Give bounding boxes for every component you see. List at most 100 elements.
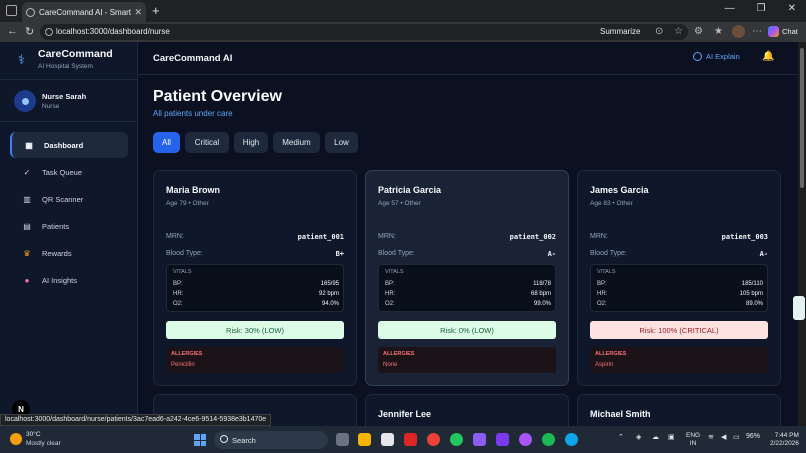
hr-row: HR: 68 bpm	[385, 291, 551, 297]
patient-name: Jennifer Lee	[378, 409, 432, 419]
sidebar-item-ai-insights[interactable]: ● AI Insights	[10, 267, 128, 293]
start-icon[interactable]	[194, 434, 206, 446]
back-icon[interactable]: ←	[7, 25, 18, 37]
read-aloud-icon[interactable]: ⊙	[655, 26, 663, 37]
patients-icon: ▤	[23, 221, 31, 231]
allergies-box: ALLERGIES Aspirin	[590, 347, 768, 373]
sidebar-item-label: QR Scanner	[42, 194, 84, 204]
volume-icon[interactable]: ◀	[721, 433, 726, 441]
reload-icon[interactable]: ↻	[25, 25, 34, 38]
store-icon[interactable]	[381, 433, 394, 446]
whatsapp-icon[interactable]	[450, 433, 463, 446]
side-widget[interactable]	[793, 296, 805, 320]
tab-actions-icon[interactable]	[6, 5, 17, 16]
chevron-up-icon[interactable]: ⌃	[618, 433, 624, 441]
browser-tab[interactable]: CareCommand AI - Smart Digital H ✕	[22, 2, 146, 22]
tab-title: CareCommand AI - Smart Digital H	[39, 7, 132, 17]
maximize-icon[interactable]: ❐	[757, 3, 766, 14]
mrn-row: MRN: patient_001	[166, 233, 344, 241]
sidebar-item-rewards[interactable]: ♛ Rewards	[10, 240, 128, 266]
caduceus-icon: ⚕	[18, 52, 26, 67]
page-subtitle: All patients under care	[153, 109, 233, 118]
task-view-icon[interactable]	[336, 433, 349, 446]
copilot-label: Chat	[782, 27, 798, 36]
minimize-icon[interactable]: —	[725, 3, 735, 14]
vitals-box: VITALS BP: 118/78 HR: 68 bpm O2: 99.0%	[378, 264, 556, 312]
sidebar-item-label: Rewards	[42, 248, 72, 258]
brand: ⚕ CareCommand AI Hospital System	[0, 42, 138, 80]
patient-card[interactable]: Michael Smith	[577, 394, 781, 426]
risk-badge: Risk: 0% (LOW)	[378, 321, 556, 339]
onedrive-icon[interactable]: ☁	[652, 433, 659, 441]
sidebar-item-task-queue[interactable]: ✓ Task Queue	[10, 159, 128, 185]
taskbar-search[interactable]: Search	[214, 431, 328, 449]
favorite-icon[interactable]: ☆	[674, 26, 683, 37]
close-window-icon[interactable]: ✕	[788, 3, 796, 14]
edge-icon[interactable]	[565, 433, 578, 446]
app-icon[interactable]	[519, 433, 532, 446]
file-explorer-icon[interactable]	[358, 433, 371, 446]
new-tab-button[interactable]: +	[152, 3, 160, 18]
app: ⚕ CareCommand AI Hospital System Nurse S…	[0, 42, 798, 426]
patient-card[interactable]: Patricia Garcia Age 57 • Other MRN: patie…	[365, 170, 569, 386]
copilot-chat-button[interactable]: Chat	[768, 26, 798, 37]
clock[interactable]: 7:44 PM 2/22/2026	[770, 432, 799, 448]
mrn-row: MRN: patient_003	[590, 233, 768, 241]
close-tab-icon[interactable]: ✕	[134, 7, 142, 18]
filter-critical[interactable]: Critical	[185, 132, 229, 153]
extensions-icon[interactable]: ⚙	[694, 26, 703, 37]
site-info-icon[interactable]	[45, 28, 53, 36]
dashboard-icon: ▦	[25, 140, 33, 150]
risk-badge: Risk: 100% (CRITICAL)	[590, 321, 768, 339]
blood-value: A-	[759, 250, 768, 258]
mrn-value: patient_003	[721, 233, 768, 241]
blood-label: Blood Type:	[166, 250, 203, 257]
spotify-icon[interactable]	[542, 433, 555, 446]
user-role: Nurse	[42, 103, 60, 110]
user-profile: Nurse Sarah Nurse	[0, 80, 138, 122]
lang-code: ENG	[686, 432, 701, 439]
scrollbar-thumb[interactable]	[800, 48, 804, 188]
blood-row: Blood Type: A-	[590, 250, 768, 258]
sidebar-item-qr-scanner[interactable]: ▥ QR Scanner	[10, 186, 128, 212]
mrn-row: MRN: patient_002	[378, 233, 556, 241]
brand-title: CareCommand	[38, 48, 113, 60]
url-bar[interactable]: localhost:3000/dashboard/nurse	[40, 24, 688, 40]
chrome-icon[interactable]	[427, 433, 440, 446]
patient-card[interactable]: Jennifer Lee	[365, 394, 569, 426]
filter-low[interactable]: Low	[325, 132, 358, 153]
summarize-button[interactable]: Summarize	[600, 27, 640, 36]
sidebar-item-patients[interactable]: ▤ Patients	[10, 213, 128, 239]
sidebar-item-dashboard[interactable]: ▦ Dashboard	[10, 132, 128, 158]
battery-icon[interactable]: ▭	[733, 433, 740, 441]
brand-subtitle: AI Hospital System	[38, 63, 93, 70]
bell-icon[interactable]: 🔔	[762, 51, 774, 62]
patient-card[interactable]: Maria Brown Age 79 • Other MRN: patient_0…	[153, 170, 357, 386]
more-icon[interactable]: ⋯	[752, 26, 762, 37]
patient-card[interactable]: James Garcia Age 83 • Other MRN: patient_…	[577, 170, 781, 386]
vscode-icon[interactable]	[473, 433, 486, 446]
defender-icon[interactable]: ◈	[636, 433, 641, 441]
allergies-value: None	[383, 362, 398, 368]
app-icon[interactable]	[496, 433, 509, 446]
clock-date: 2/22/2026	[770, 440, 799, 447]
patient-meta: Age 83 • Other	[590, 200, 633, 207]
vitals-title: VITALS	[385, 269, 404, 275]
app-tray-icon[interactable]: ▣	[668, 433, 675, 441]
language-indicator[interactable]: ENG IN	[686, 432, 700, 448]
allergies-title: ALLERGIES	[383, 351, 415, 357]
filter-medium[interactable]: Medium	[273, 132, 320, 153]
page-scrollbar[interactable]	[798, 42, 806, 426]
favorites-bar-icon[interactable]: ★	[714, 26, 723, 37]
app-icon[interactable]	[404, 433, 417, 446]
wifi-icon[interactable]: ≋	[708, 433, 714, 441]
filter-all[interactable]: All	[153, 132, 180, 153]
profile-avatar[interactable]	[732, 25, 745, 38]
filter-high[interactable]: High	[234, 132, 268, 153]
blood-value: B+	[335, 250, 344, 258]
mrn-label: MRN:	[166, 233, 184, 240]
sidebar-item-label: Dashboard	[44, 140, 84, 150]
clock-time: 7:44 PM	[774, 432, 799, 439]
patient-meta: Age 79 • Other	[166, 200, 209, 207]
ai-explain-button[interactable]: AI Explain	[693, 52, 740, 61]
